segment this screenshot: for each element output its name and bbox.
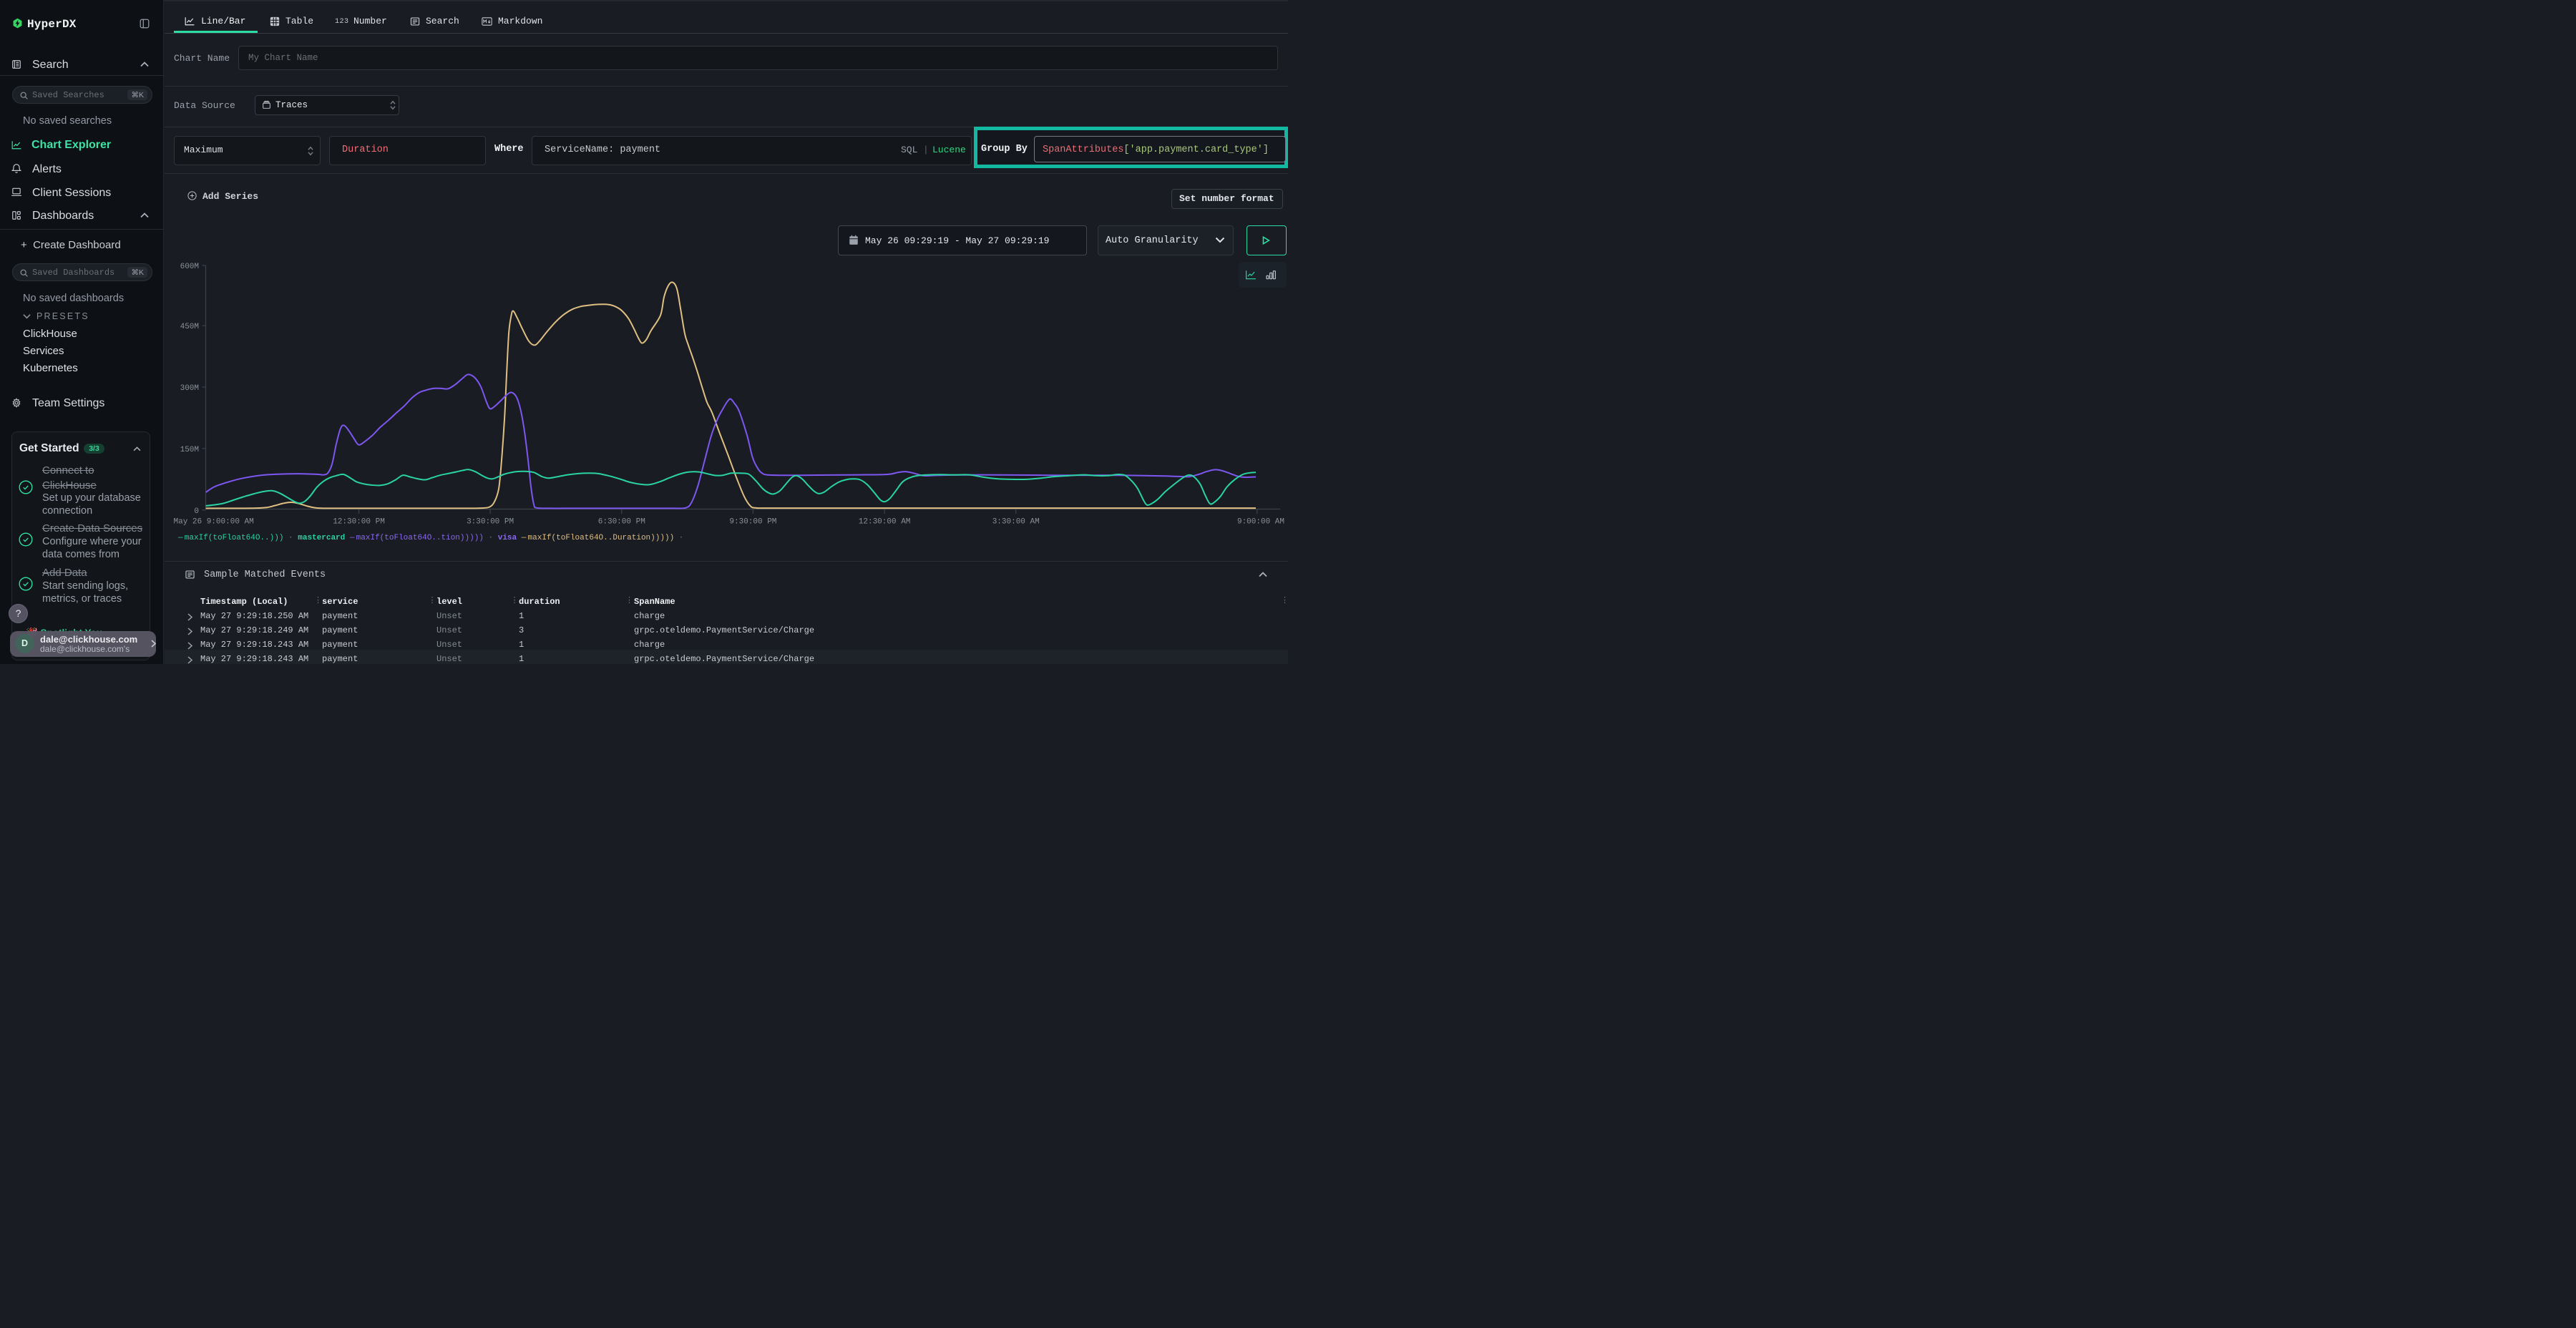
svg-text:May 26 9:00:00 AM: May 26 9:00:00 AM bbox=[174, 518, 254, 527]
svg-text:6:30:00 PM: 6:30:00 PM bbox=[598, 518, 645, 527]
svg-text:300M: 300M bbox=[180, 384, 199, 393]
svg-text:3:30:00 PM: 3:30:00 PM bbox=[467, 518, 514, 527]
svg-text:3:30:00 AM: 3:30:00 AM bbox=[992, 518, 1040, 527]
svg-text:9:30:00 PM: 9:30:00 PM bbox=[729, 518, 776, 527]
svg-text:9:00:00 AM: 9:00:00 AM bbox=[1237, 518, 1284, 527]
svg-text:600M: 600M bbox=[180, 263, 199, 271]
svg-text:0: 0 bbox=[194, 507, 199, 516]
svg-text:12:30:00 AM: 12:30:00 AM bbox=[859, 518, 911, 527]
svg-text:150M: 150M bbox=[180, 446, 199, 454]
svg-text:12:30:00 PM: 12:30:00 PM bbox=[333, 518, 385, 527]
svg-text:450M: 450M bbox=[180, 323, 199, 331]
